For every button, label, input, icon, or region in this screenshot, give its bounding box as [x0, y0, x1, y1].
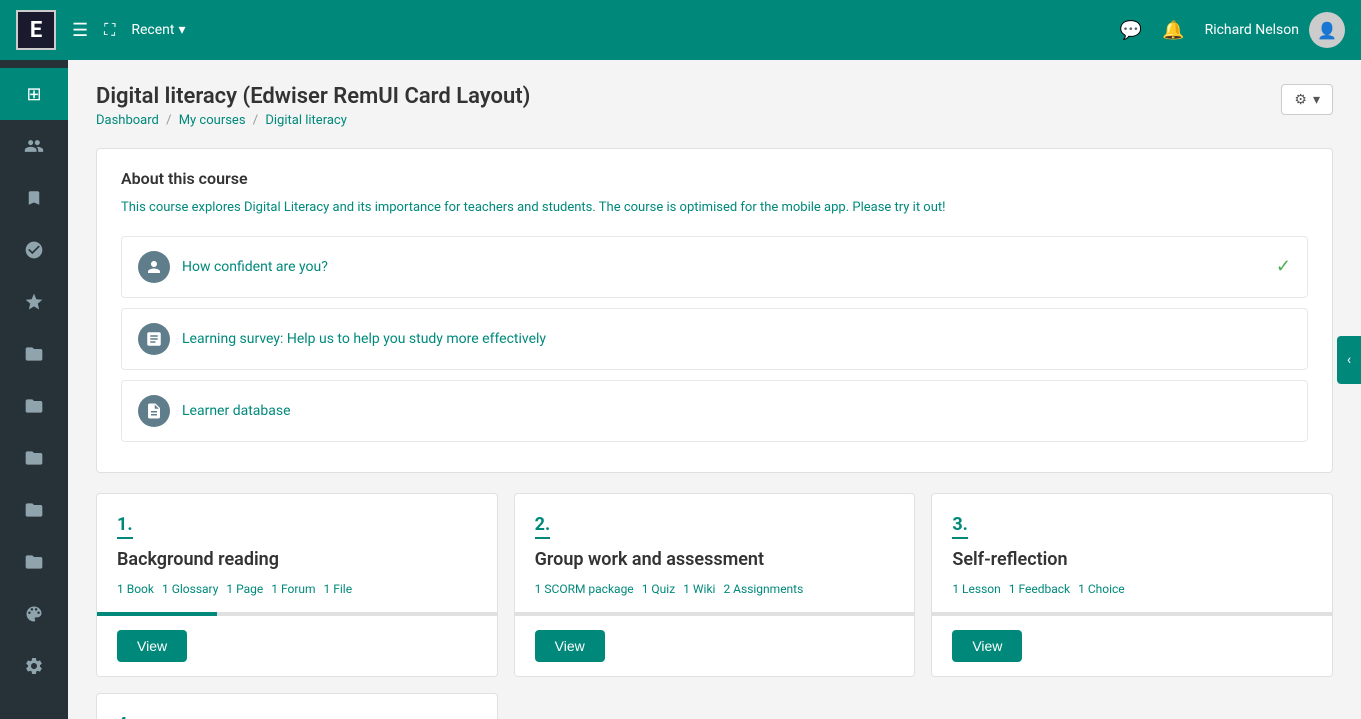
survey-item-3: Learner database — [121, 380, 1308, 442]
breadcrumb-dashboard[interactable]: Dashboard — [96, 113, 159, 128]
sidebar-item-folder3[interactable] — [0, 432, 68, 484]
sidebar-item-bookmark[interactable] — [0, 172, 68, 224]
survey-item-1: How confident are you? ✓ — [121, 236, 1308, 298]
user-name: Richard Nelson — [1205, 22, 1299, 38]
page-title-section: Digital literacy (Edwiser RemUI Card Lay… — [96, 84, 530, 128]
card-meta-2: 1 SCORM package 1 Quiz 1 Wiki 2 Assignme… — [535, 582, 895, 596]
courses-grid: 1. Background reading 1 Book 1 Glossary … — [96, 493, 1333, 677]
course-card-4-partial: 4. — [96, 693, 498, 719]
main-layout: ⊞ — [0, 60, 1361, 719]
sidebar-item-folder2[interactable] — [0, 380, 68, 432]
survey-icon-3 — [138, 395, 170, 427]
user-menu[interactable]: Richard Nelson 👤 — [1205, 12, 1345, 48]
hamburger-menu[interactable]: ☰ — [72, 20, 88, 41]
gear-dropdown-button[interactable]: ⚙ ▾ — [1281, 84, 1333, 115]
survey-item-2: Learning survey: Help us to help you stu… — [121, 308, 1308, 370]
about-card: About this course This course explores D… — [96, 148, 1333, 473]
sidebar-item-folder4[interactable] — [0, 484, 68, 536]
right-panel-toggle[interactable]: ‹ — [1337, 336, 1361, 384]
view-button-3[interactable]: View — [952, 630, 1022, 662]
course-card-1: 1. Background reading 1 Book 1 Glossary … — [96, 493, 498, 677]
completed-check-icon: ✓ — [1276, 256, 1291, 277]
survey-icon-2 — [138, 323, 170, 355]
breadcrumb: Dashboard / My courses / Digital literac… — [96, 113, 530, 128]
main-content: Digital literacy (Edwiser RemUI Card Lay… — [68, 60, 1361, 719]
next-row: 4. — [96, 693, 1333, 719]
page-header: Digital literacy (Edwiser RemUI Card Lay… — [96, 84, 1333, 128]
card-number-4: 4. — [117, 714, 133, 719]
card-meta-3: 1 Lesson 1 Feedback 1 Choice — [952, 582, 1312, 596]
survey-link-2[interactable]: Learning survey: Help us to help you stu… — [182, 331, 546, 347]
card-number-2: 2. — [535, 514, 551, 539]
card-title-2: Group work and assessment — [535, 549, 895, 570]
survey-link-3[interactable]: Learner database — [182, 403, 291, 419]
sidebar-item-check[interactable] — [0, 224, 68, 276]
course-card-2: 2. Group work and assessment 1 SCORM pac… — [514, 493, 916, 677]
survey-link-1[interactable]: How confident are you? — [182, 259, 328, 275]
about-title: About this course — [121, 169, 1308, 188]
top-navigation: E ☰ ⛶ Recent ▾ 💬 🔔 Richard Nelson 👤 — [0, 0, 1361, 60]
gear-arrow-icon: ▾ — [1313, 91, 1320, 108]
card-title-1: Background reading — [117, 549, 477, 570]
card-title-3: Self-reflection — [952, 549, 1312, 570]
app-logo[interactable]: E — [16, 10, 56, 50]
view-button-2[interactable]: View — [535, 630, 605, 662]
avatar: 👤 — [1309, 12, 1345, 48]
sidebar-item-palette[interactable] — [0, 588, 68, 640]
sidebar-item-star[interactable] — [0, 276, 68, 328]
topnav-right: 💬 🔔 Richard Nelson 👤 — [1120, 12, 1345, 48]
about-description: This course explores Digital Literacy an… — [121, 198, 1308, 218]
gear-icon: ⚙ — [1294, 91, 1307, 108]
recent-menu[interactable]: Recent ▾ — [131, 22, 185, 38]
notifications-icon[interactable]: 🔔 — [1162, 20, 1184, 41]
sidebar-item-folder5[interactable] — [0, 536, 68, 588]
course-card-3: 3. Self-reflection 1 Lesson 1 Feedback 1… — [931, 493, 1333, 677]
messages-icon[interactable]: 💬 — [1120, 20, 1142, 41]
sidebar-item-dashboard[interactable]: ⊞ — [0, 68, 68, 120]
breadcrumb-my-courses[interactable]: My courses — [179, 113, 246, 128]
card-number-1: 1. — [117, 514, 133, 539]
sidebar-item-users[interactable] — [0, 120, 68, 172]
survey-icon-1 — [138, 251, 170, 283]
card-meta-1: 1 Book 1 Glossary 1 Page 1 Forum 1 File — [117, 582, 477, 596]
sidebar-item-settings[interactable] — [0, 640, 68, 692]
sidebar-item-folder1[interactable] — [0, 328, 68, 380]
breadcrumb-digital-literacy[interactable]: Digital literacy — [265, 113, 347, 128]
page-title: Digital literacy (Edwiser RemUI Card Lay… — [96, 84, 530, 109]
card-number-3: 3. — [952, 514, 968, 539]
fullscreen-button[interactable]: ⛶ — [104, 20, 115, 40]
sidebar: ⊞ — [0, 60, 68, 719]
view-button-1[interactable]: View — [117, 630, 187, 662]
